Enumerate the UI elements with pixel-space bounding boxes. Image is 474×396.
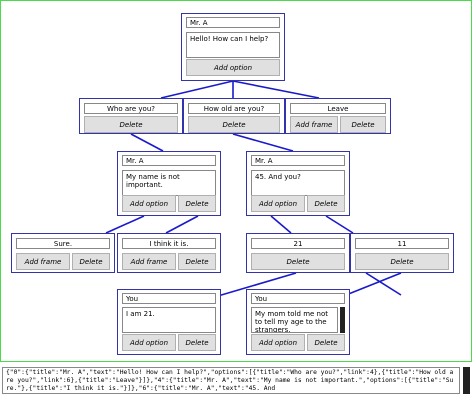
dialogue-canvas[interactable]: Mr. A Hello! How can I help? Add option …: [0, 0, 472, 362]
connector-line: [325, 215, 354, 234]
connector-line: [105, 215, 145, 234]
connector-line: [165, 215, 199, 234]
dialogue-node-6[interactable]: Mr. A 45. And you? Add option Delete: [246, 151, 350, 216]
delete-button[interactable]: Delete: [178, 195, 216, 212]
option-11[interactable]: 11 Delete: [350, 233, 454, 273]
option-text-input[interactable]: I think it is.: [122, 238, 216, 249]
option-text-input[interactable]: Leave: [290, 103, 386, 114]
option-text-input[interactable]: How old are you?: [188, 103, 280, 114]
connector-line: [270, 215, 292, 234]
delete-button[interactable]: Delete: [178, 253, 216, 270]
add-option-button[interactable]: Add option: [122, 195, 176, 212]
delete-button[interactable]: Delete: [72, 253, 110, 270]
connector-line: [130, 133, 164, 152]
dialogue-node-you-1[interactable]: You I am 21. Add option Delete: [117, 289, 221, 355]
node-text-input[interactable]: My mom told me not to tell my age to the…: [251, 307, 338, 333]
dialogue-node-you-2[interactable]: You My mom told me not to tell my age to…: [246, 289, 350, 355]
json-scrollbar[interactable]: [463, 367, 470, 394]
add-frame-button[interactable]: Add frame: [16, 253, 70, 270]
node-text-input[interactable]: I am 21.: [122, 307, 216, 333]
delete-button[interactable]: Delete: [307, 195, 345, 212]
add-option-button[interactable]: Add option: [122, 334, 176, 351]
connector-line: [232, 133, 294, 152]
add-option-button[interactable]: Add option: [251, 195, 305, 212]
node-text-input[interactable]: Hello! How can I help?: [186, 32, 280, 58]
add-frame-button[interactable]: Add frame: [122, 253, 176, 270]
connector-line: [365, 272, 402, 296]
delete-button[interactable]: Delete: [251, 253, 345, 270]
text-scrollbar[interactable]: [340, 307, 345, 333]
option-text-input[interactable]: 21: [251, 238, 345, 249]
node-text-input[interactable]: My name is not important.: [122, 170, 216, 196]
add-frame-button[interactable]: Add frame: [290, 116, 338, 133]
option-leave[interactable]: Leave Add frame Delete: [285, 98, 391, 134]
option-text-input[interactable]: 11: [355, 238, 449, 249]
node-title-input[interactable]: Mr. A: [122, 155, 216, 166]
option-text-input[interactable]: Sure.: [16, 238, 110, 249]
dialogue-node-root[interactable]: Mr. A Hello! How can I help? Add option: [181, 13, 285, 81]
option-who-are-you[interactable]: Who are you? Delete: [79, 98, 183, 134]
delete-button[interactable]: Delete: [340, 116, 386, 133]
node-title-input[interactable]: Mr. A: [186, 17, 280, 28]
dialogue-node-4[interactable]: Mr. A My name is not important. Add opti…: [117, 151, 221, 216]
delete-button[interactable]: Delete: [355, 253, 449, 270]
connector-line: [160, 80, 234, 99]
connector-line: [345, 272, 402, 296]
add-option-button[interactable]: Add option: [251, 334, 305, 351]
node-title-input[interactable]: You: [122, 293, 216, 304]
delete-button[interactable]: Delete: [188, 116, 280, 133]
node-text-input[interactable]: 45. And you?: [251, 170, 345, 196]
option-text-input[interactable]: Who are you?: [84, 103, 178, 114]
json-output-textarea[interactable]: {"0":{"title":"Mr. A","text":"Hello! How…: [2, 367, 460, 394]
option-how-old[interactable]: How old are you? Delete: [183, 98, 285, 134]
option-sure[interactable]: Sure. Add frame Delete: [11, 233, 115, 273]
connector-line: [232, 80, 320, 99]
delete-button[interactable]: Delete: [178, 334, 216, 351]
option-i-think[interactable]: I think it is. Add frame Delete: [117, 233, 221, 273]
delete-button[interactable]: Delete: [84, 116, 178, 133]
option-21[interactable]: 21 Delete: [246, 233, 350, 273]
node-title-input[interactable]: Mr. A: [251, 155, 345, 166]
add-option-button[interactable]: Add option: [186, 59, 280, 76]
node-title-input[interactable]: You: [251, 293, 345, 304]
delete-button[interactable]: Delete: [307, 334, 345, 351]
